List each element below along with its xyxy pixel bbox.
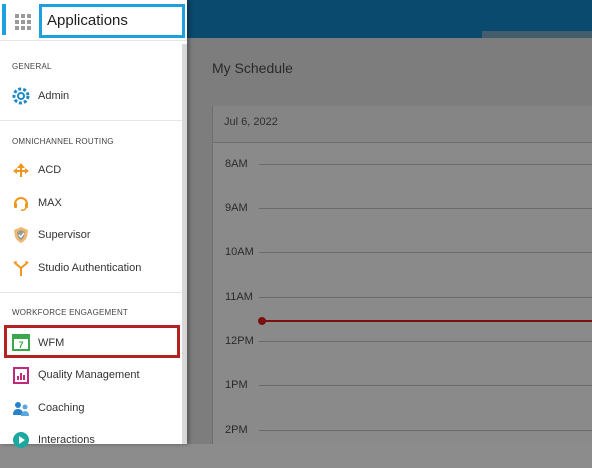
schedule-calendar: Jul 6, 2022 8AM 9AM 10AM 11AM 12PM 1PM 2… [212,106,592,444]
hour-label: 2PM [225,424,248,436]
applications-title-box[interactable]: Applications [39,4,185,38]
hour-gridline [259,297,592,298]
page-title: My Schedule [212,60,293,76]
hour-gridline [259,341,592,342]
section-general: GENERAL [12,62,52,71]
routing-icon [12,161,30,179]
hour-row: 11AM [213,291,592,335]
panel-scrollbar[interactable] [182,44,187,444]
hour-row: 2PM [213,424,592,468]
hour-label: 9AM [225,202,248,214]
menu-item-wfm[interactable]: 7 WFM [4,325,180,358]
menu-item-label: Interactions [38,434,95,446]
panel-title: Applications [47,12,128,29]
menu-item-label: ACD [38,164,62,176]
hour-gridline [259,385,592,386]
panel-header: Applications [0,0,187,41]
menu-item-label: MAX [38,197,62,209]
hour-label: 1PM [225,379,248,391]
calendar-date: Jul 6, 2022 [224,116,278,128]
hour-gridline [259,208,592,209]
calendar-header: Jul 6, 2022 [213,106,592,143]
svg-text:7: 7 [18,340,23,350]
menu-item-label: Studio Authentication [38,262,142,274]
hour-gridline [259,430,592,431]
hour-row: 10AM [213,246,592,290]
menu-item-label: Supervisor [38,229,91,241]
shield-icon [12,226,30,244]
current-time-line [262,320,592,322]
calendar-icon: 7 [12,333,30,351]
menu-item-label: WFM [38,337,65,349]
section-workforce: WORKFORCE ENGAGEMENT [12,308,129,317]
hour-label: 12PM [225,335,254,347]
headset-icon [12,194,30,212]
menu-item-studio-authentication[interactable]: Studio Authentication [4,253,180,283]
grid-icon[interactable] [6,6,36,34]
menu-item-quality-management[interactable]: Quality Management [4,360,180,390]
hour-label: 10AM [225,246,254,258]
hour-row: 1PM [213,379,592,423]
section-divider [0,120,182,121]
menu-item-max[interactable]: MAX [4,188,180,218]
hour-label: 8AM [225,158,248,170]
hour-gridline [259,252,592,253]
chart-icon [12,366,30,384]
menu-item-supervisor[interactable]: Supervisor [4,220,180,250]
menu-item-coaching[interactable]: Coaching [4,393,180,423]
branch-icon [12,259,30,277]
hour-row: 12PM [213,335,592,379]
menu-item-label: Coaching [38,402,85,414]
menu-item-acd[interactable]: ACD [4,155,180,185]
play-icon [12,431,30,449]
hour-gridline [259,164,592,165]
section-divider [0,292,182,293]
people-icon [12,399,30,417]
applications-panel: Applications GENERAL Admin OMNICHANNEL R… [0,0,187,448]
hour-label: 11AM [225,291,253,303]
menu-item-label: Admin [38,90,70,102]
header-focus-edge [2,4,6,35]
gear-icon [12,87,30,105]
current-time-dot [258,317,266,325]
menu-item-label: Quality Management [38,369,140,381]
hour-row: 9AM [213,202,592,246]
menu-item-interactions[interactable]: Interactions [4,425,180,455]
section-omnichannel: OMNICHANNEL ROUTING [12,137,114,146]
menu-item-admin[interactable]: Admin [4,81,180,111]
hour-row: 8AM [213,158,592,202]
